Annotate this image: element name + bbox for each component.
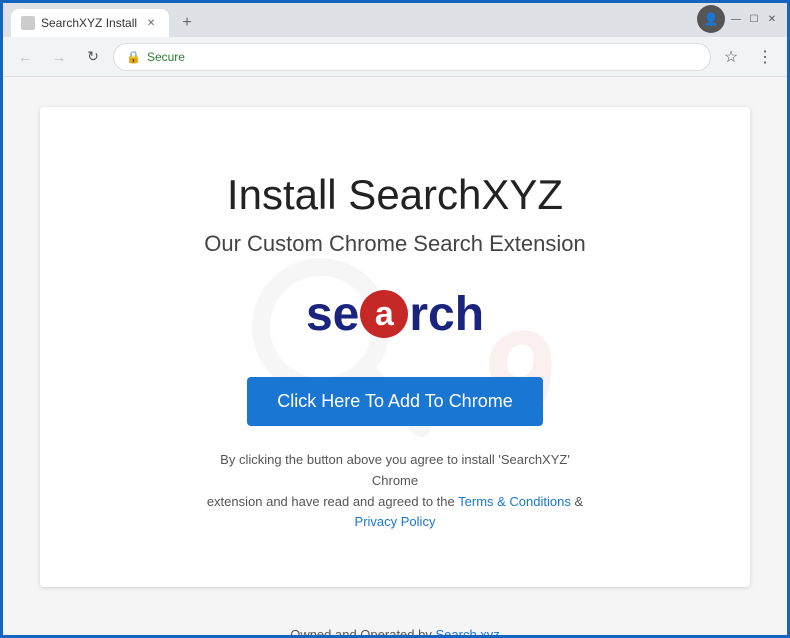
footer-link[interactable]: Search.xyz [435,627,499,635]
disclaimer-text: By clicking the button above you agree t… [205,450,585,533]
terms-link[interactable]: Terms & Conditions [458,494,571,509]
address-bar[interactable]: 🔒 Secure [113,43,711,71]
logo-a-circle: a [360,290,408,338]
logo-text: se a rch [306,287,484,342]
disclaimer-line1: By clicking the button above you agree t… [220,452,570,488]
new-tab-button[interactable]: + [173,9,201,37]
ampersand: & [574,494,583,509]
privacy-policy-link[interactable]: Privacy Policy [355,514,436,529]
bookmark-button[interactable]: ☆ [717,43,745,71]
window-controls: 👤 — ☐ ✕ [697,5,779,37]
page-subtitle: Our Custom Chrome Search Extension [204,231,586,257]
refresh-button[interactable]: ↻ [79,43,107,71]
add-to-chrome-button[interactable]: Click Here To Add To Chrome [247,377,542,426]
profile-icon[interactable]: 👤 [697,5,725,33]
menu-button[interactable]: ⋮ [751,43,779,71]
tab-title: SearchXYZ Install [41,16,137,30]
page-main-title: Install SearchXYZ [227,171,563,219]
logo-before-a: se [306,287,359,342]
title-bar: SearchXYZ Install ✕ + 👤 — ☐ ✕ [3,3,787,37]
secure-label: Secure [147,50,185,64]
footer-text: Owned and Operated by [290,627,432,635]
secure-icon: 🔒 [126,50,141,64]
maximize-button[interactable]: ☐ [747,12,761,26]
content-card: 9 Install SearchXYZ Our Custom Chrome Se… [40,107,750,587]
nav-bar: ← → ↻ 🔒 Secure ☆ ⋮ [3,37,787,77]
tab-favicon [21,16,35,30]
search-logo: se a rch [306,287,484,342]
browser-tab[interactable]: SearchXYZ Install ✕ [11,9,169,37]
disclaimer-line2: extension and have read and agreed to th… [207,494,455,509]
minimize-button[interactable]: — [729,12,743,26]
browser-window: SearchXYZ Install ✕ + 👤 — ☐ ✕ ← → ↻ 🔒 Se… [0,0,790,638]
forward-button[interactable]: → [45,43,73,71]
logo-after-a: rch [409,287,484,342]
page-content: 9 Install SearchXYZ Our Custom Chrome Se… [3,77,787,635]
tab-close-button[interactable]: ✕ [143,15,159,31]
page-footer: Owned and Operated by Search.xyz [280,617,510,635]
back-button[interactable]: ← [11,43,39,71]
close-button[interactable]: ✕ [765,12,779,26]
